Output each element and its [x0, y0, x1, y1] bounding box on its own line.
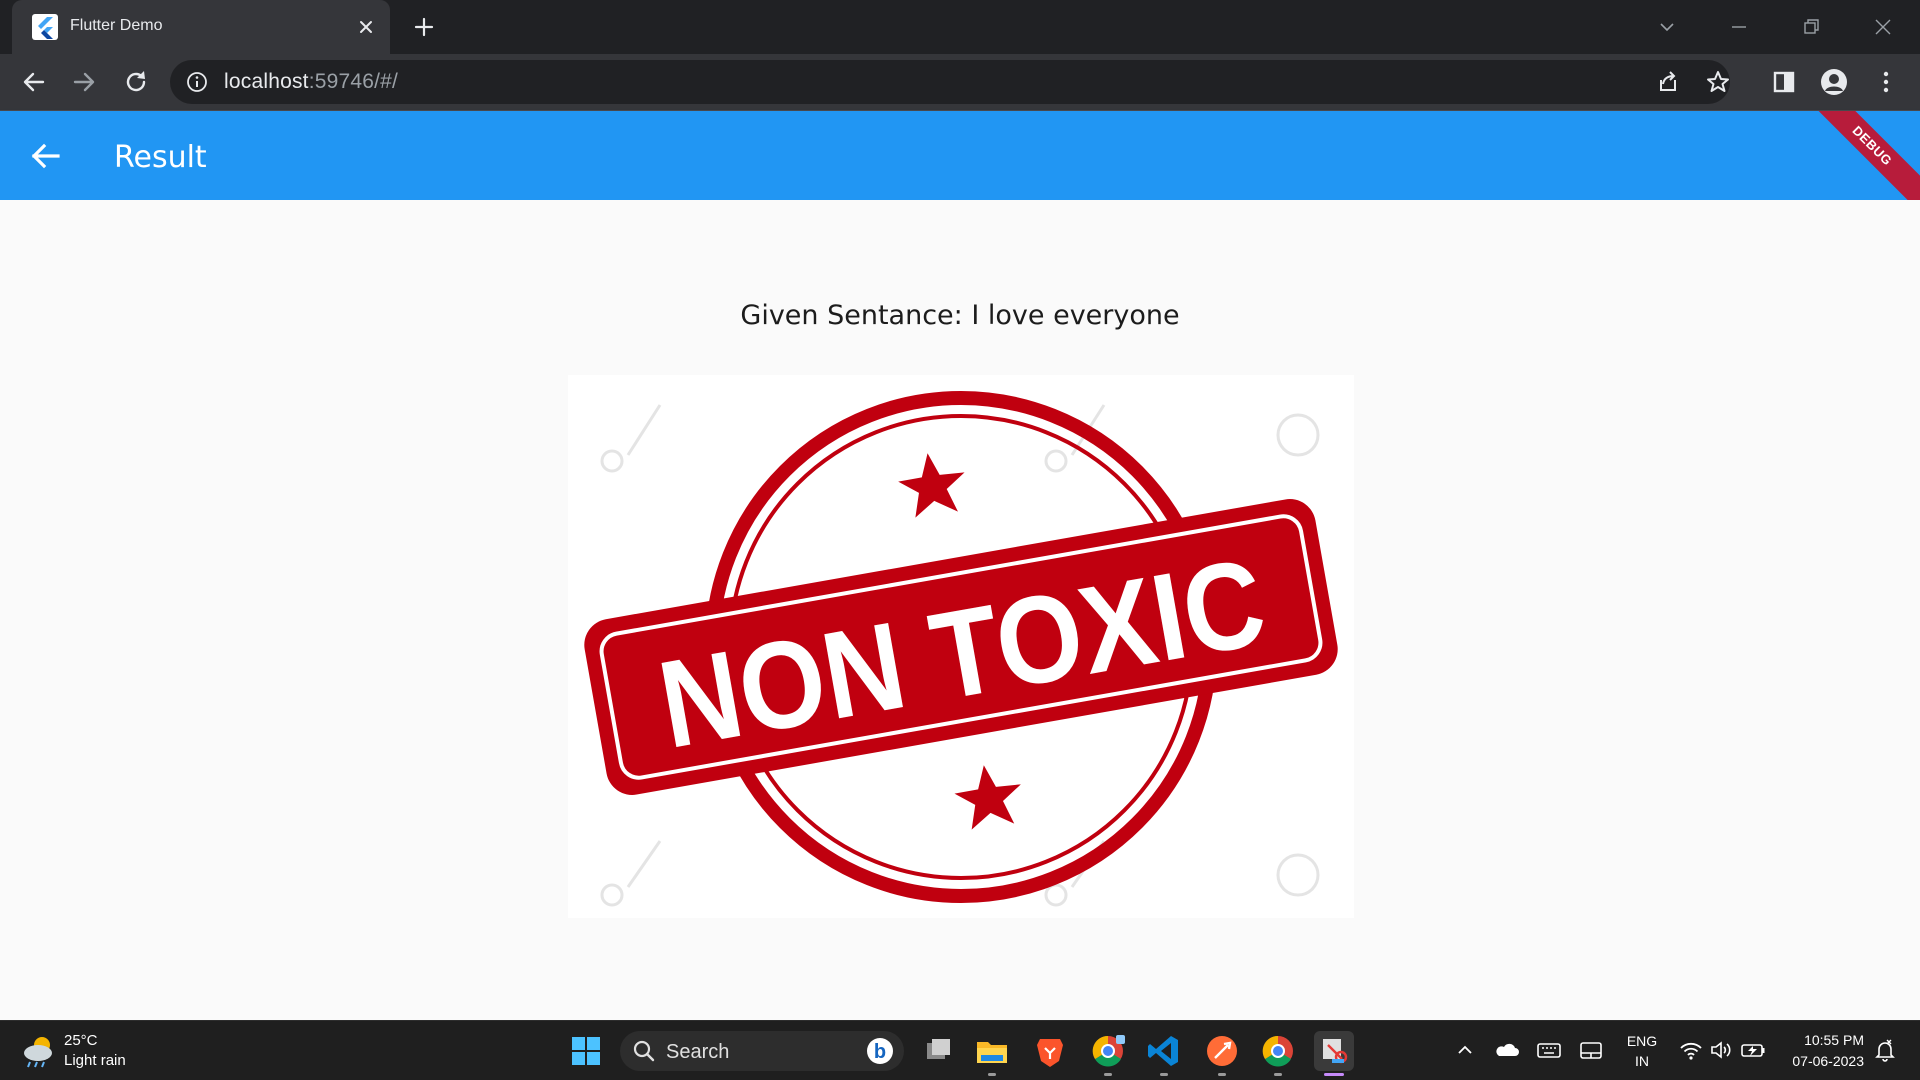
tab-close-icon[interactable]	[352, 13, 380, 41]
back-arrow-icon[interactable]	[16, 64, 52, 100]
vscode-icon[interactable]	[1144, 1031, 1184, 1071]
tab-search-chevron-icon[interactable]	[1650, 10, 1684, 44]
running-indicator	[1160, 1073, 1168, 1076]
clock-time[interactable]: 10:55 PM	[1780, 1032, 1864, 1048]
taskbar-search-box[interactable]: Search b	[620, 1031, 904, 1071]
region-indicator[interactable]: IN	[1625, 1053, 1659, 1069]
running-indicator	[1274, 1073, 1282, 1076]
weather-rain-icon[interactable]	[20, 1033, 58, 1069]
active-indicator	[1324, 1073, 1344, 1076]
volume-icon[interactable]	[1706, 1035, 1736, 1065]
postman-icon[interactable]	[1202, 1031, 1242, 1071]
minimize-icon[interactable]	[1722, 10, 1756, 44]
touchpad-icon[interactable]	[1576, 1035, 1606, 1065]
app-back-arrow-icon[interactable]	[22, 133, 68, 179]
profile-avatar-icon[interactable]	[1816, 64, 1852, 100]
keyboard-icon[interactable]	[1534, 1035, 1564, 1065]
wifi-icon[interactable]	[1676, 1035, 1706, 1065]
task-view-icon[interactable]	[918, 1031, 958, 1071]
address-bar[interactable]: localhost:59746/#/	[170, 60, 1730, 104]
search-label: Search	[666, 1041, 730, 1063]
windows-start-icon[interactable]	[566, 1031, 606, 1071]
running-indicator	[1218, 1073, 1226, 1076]
bing-icon[interactable]: b	[866, 1037, 894, 1065]
onedrive-cloud-icon[interactable]	[1492, 1035, 1522, 1065]
brave-browser-icon[interactable]	[1030, 1031, 1070, 1071]
clock-date[interactable]: 07-06-2023	[1780, 1053, 1864, 1069]
top-star-icon	[898, 453, 965, 518]
weather-desc: Light rain	[64, 1052, 126, 1069]
given-sentence: Given Sentance: I love everyone	[740, 300, 1180, 331]
browser-toolbar: localhost:59746/#/	[0, 54, 1920, 110]
result-content: Given Sentance: I love everyone NON TOXI…	[0, 200, 1920, 1020]
tab-title: Flutter Demo	[70, 17, 163, 34]
bottom-star-icon	[954, 765, 1021, 830]
page-title: Result	[114, 140, 207, 175]
close-window-icon[interactable]	[1866, 10, 1900, 44]
snipping-tool-icon[interactable]	[1314, 1031, 1354, 1071]
chrome-icon[interactable]	[1258, 1031, 1298, 1071]
chrome-dev-icon[interactable]	[1088, 1031, 1128, 1071]
side-panel-icon[interactable]	[1766, 64, 1802, 100]
language-indicator[interactable]: ENG	[1625, 1033, 1659, 1049]
reload-icon[interactable]	[118, 64, 154, 100]
tray-chevron-up-icon[interactable]	[1450, 1035, 1480, 1065]
running-indicator	[1104, 1073, 1112, 1076]
bookmark-star-icon[interactable]	[1700, 64, 1736, 100]
search-icon	[632, 1039, 656, 1063]
app-bar: Result DEBUG	[0, 111, 1920, 200]
running-indicator	[988, 1073, 996, 1076]
forward-arrow-icon[interactable]	[66, 64, 102, 100]
share-icon[interactable]	[1650, 64, 1686, 100]
flutter-favicon-icon	[32, 14, 58, 40]
battery-icon[interactable]	[1738, 1035, 1768, 1065]
new-tab-icon[interactable]	[408, 11, 440, 43]
weather-temp: 25°C	[64, 1032, 98, 1049]
site-info-icon[interactable]	[186, 71, 208, 93]
file-explorer-icon[interactable]	[972, 1031, 1012, 1071]
browser-tab-strip: Flutter Demo	[0, 0, 1920, 54]
browser-menu-icon[interactable]	[1868, 64, 1904, 100]
notification-bell-icon[interactable]	[1870, 1035, 1900, 1065]
non-toxic-stamp-image: NON TOXIC	[568, 375, 1354, 918]
restore-icon[interactable]	[1794, 10, 1828, 44]
svg-text:b: b	[874, 1041, 886, 1063]
windows-taskbar: 25°C Light rain Search b ENG IN 10:55 PM…	[0, 1020, 1920, 1080]
debug-banner: DEBUG	[1792, 111, 1920, 200]
browser-tab[interactable]: Flutter Demo	[12, 0, 390, 54]
url-text: localhost:59746/#/	[224, 70, 399, 93]
